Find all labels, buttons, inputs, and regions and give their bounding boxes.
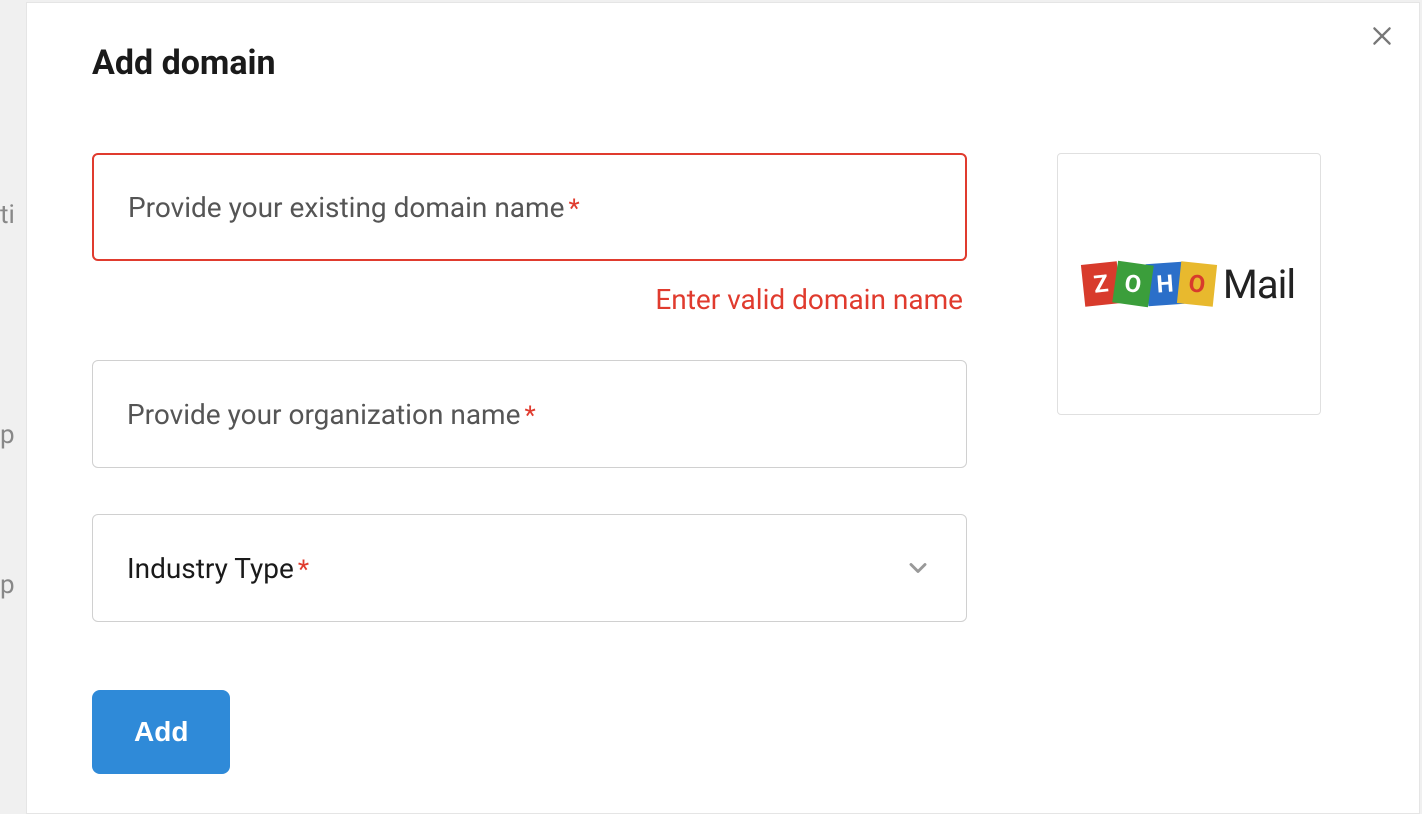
industry-field-wrap: Industry Type* xyxy=(92,514,967,622)
org-field-wrap: Provide your organization name* xyxy=(92,360,967,468)
background-hint: p xyxy=(0,420,26,450)
domain-placeholder: Provide your existing domain name* xyxy=(128,191,580,224)
domain-field-wrap: Provide your existing domain name* Enter… xyxy=(92,153,967,316)
background-hint: ti xyxy=(0,200,26,230)
organization-name-input[interactable]: Provide your organization name* xyxy=(92,360,967,468)
required-indicator: * xyxy=(524,401,535,431)
zoho-o2-block: O xyxy=(1177,261,1217,307)
close-button[interactable] xyxy=(1367,21,1397,51)
domain-name-input[interactable]: Provide your existing domain name* xyxy=(92,153,967,261)
zoho-o1-block: O xyxy=(1112,261,1153,308)
add-button[interactable]: Add xyxy=(92,690,230,774)
add-domain-modal: Add domain Provide your existing domain … xyxy=(26,2,1420,814)
modal-title: Add domain xyxy=(92,43,1354,83)
form-column: Provide your existing domain name* Enter… xyxy=(92,153,967,774)
industry-type-select[interactable]: Industry Type* xyxy=(92,514,967,622)
industry-placeholder: Industry Type* xyxy=(127,552,309,585)
zoho-mail-logo-card: Z O H O Mail xyxy=(1057,153,1321,415)
close-icon xyxy=(1369,23,1395,49)
zoho-mail-logo: Z O H O Mail xyxy=(1083,261,1295,308)
mail-text: Mail xyxy=(1223,261,1295,308)
chevron-down-icon xyxy=(904,554,932,582)
org-placeholder: Provide your organization name* xyxy=(127,398,536,431)
background-hint: p xyxy=(0,570,26,600)
domain-error-message: Enter valid domain name xyxy=(92,283,967,316)
required-indicator: * xyxy=(568,194,579,224)
required-indicator: * xyxy=(298,555,309,585)
modal-content: Provide your existing domain name* Enter… xyxy=(92,153,1354,774)
zoho-blocks: Z O H O xyxy=(1083,263,1215,305)
